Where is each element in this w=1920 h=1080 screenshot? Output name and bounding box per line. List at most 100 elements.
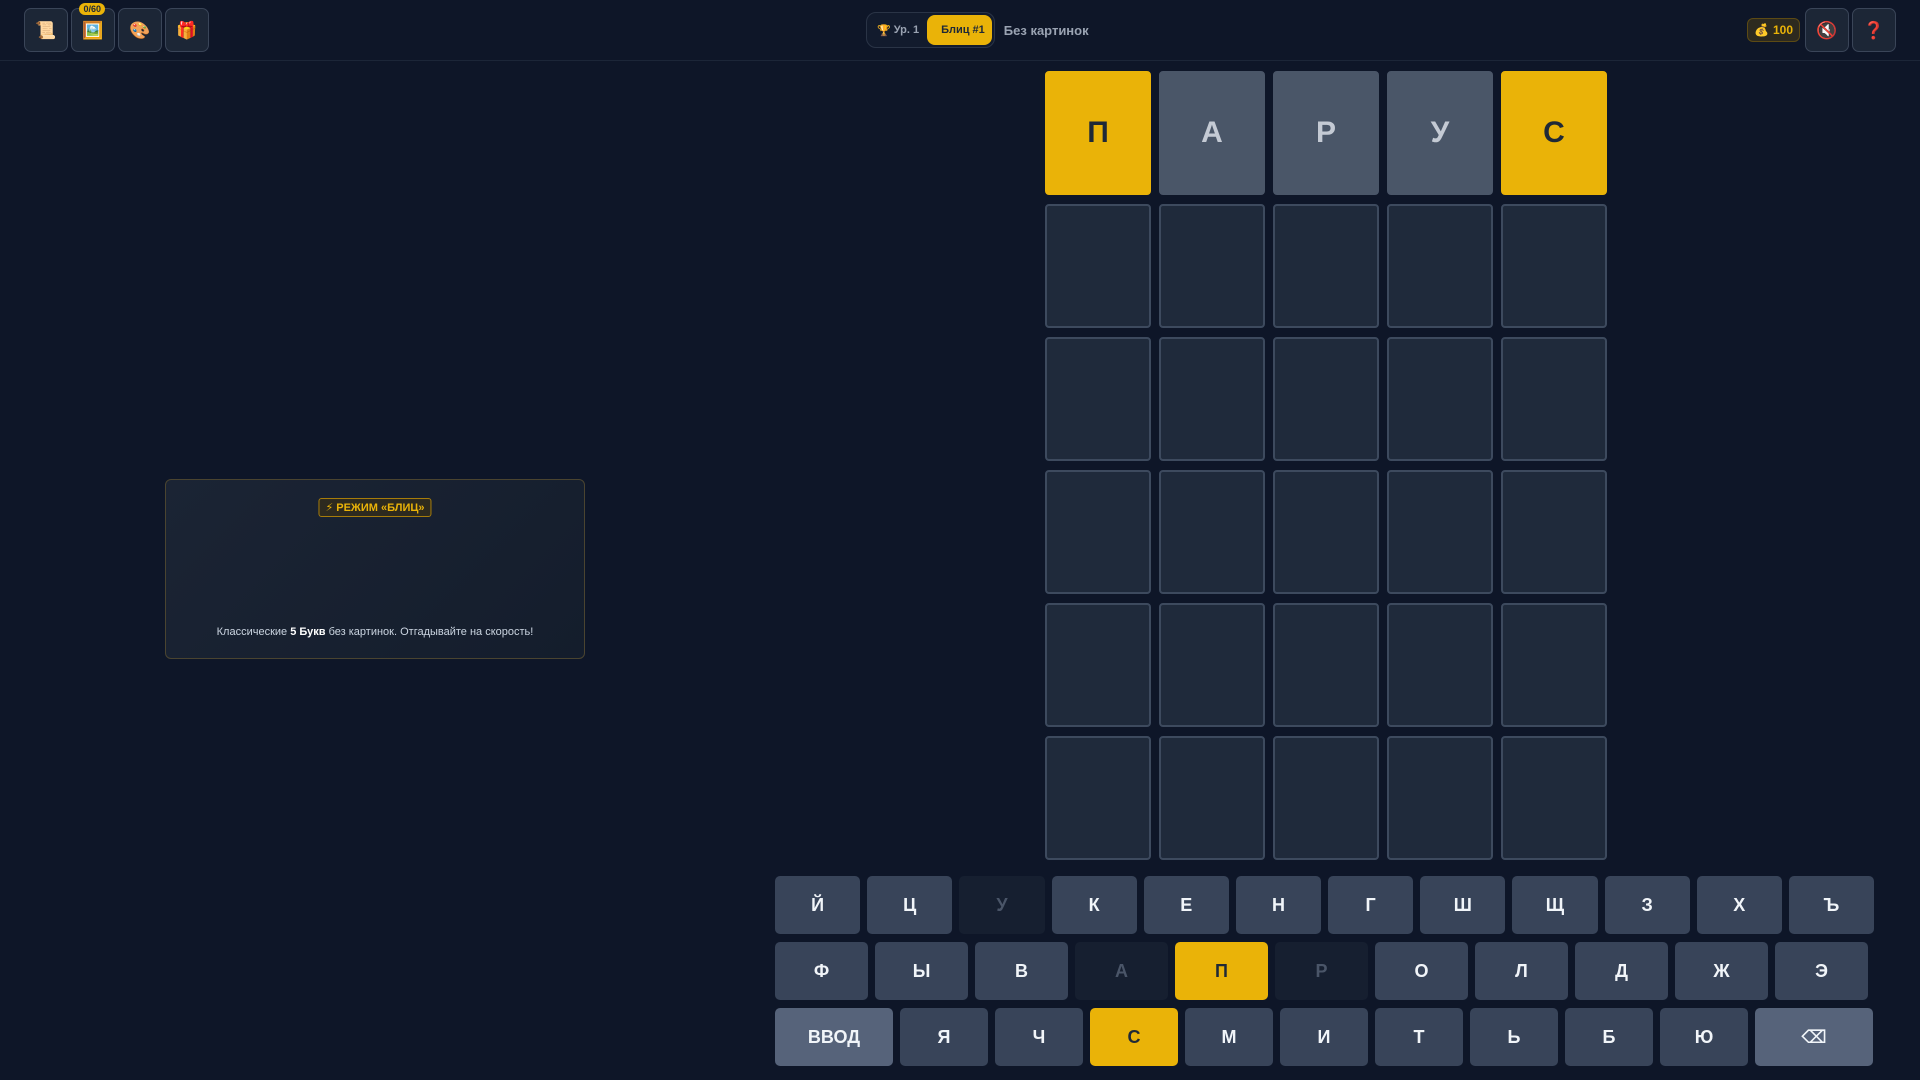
help-button[interactable]: ❓ xyxy=(1852,8,1896,52)
key[interactable]: Т xyxy=(1375,1008,1463,1066)
board-row xyxy=(1045,603,1607,727)
key[interactable]: С xyxy=(1090,1008,1178,1066)
board-tile xyxy=(1045,470,1151,594)
key[interactable]: Ы xyxy=(875,942,968,1000)
key[interactable]: Э xyxy=(1775,942,1868,1000)
key[interactable]: Щ xyxy=(1512,876,1598,934)
key[interactable]: Б xyxy=(1565,1008,1653,1066)
blitz-tab[interactable]: Блиц #1 xyxy=(927,15,992,45)
mode-description: Классические 5 Букв без картинок. Отгады… xyxy=(166,626,584,638)
on-screen-keyboard: Й Ц У К Е Н Г Ш Щ З Х Ъ Ф Ы В А П Р О Л Д Ж Э ВВОД Я Ч С М И Т Ь Б Ю ⌫ xyxy=(775,876,1875,1074)
key[interactable]: Ц xyxy=(867,876,953,934)
board-row xyxy=(1045,204,1607,328)
board-tile xyxy=(1501,736,1607,860)
board-tile xyxy=(1273,470,1379,594)
mode-info-card: ⚡ РЕЖИМ «БЛИЦ» Классические 5 Букв без к… xyxy=(165,479,585,659)
key[interactable]: П xyxy=(1175,942,1268,1000)
board-tile xyxy=(1273,603,1379,727)
board-tile xyxy=(1159,204,1265,328)
key[interactable]: Ч xyxy=(995,1008,1083,1066)
board-tile xyxy=(1501,470,1607,594)
key[interactable]: Н xyxy=(1235,876,1322,934)
key[interactable]: Д xyxy=(1575,942,1668,1000)
keyboard-row: ЙЦУКЕНГШЩЗХЪ xyxy=(775,876,1875,934)
key[interactable]: Е xyxy=(1143,876,1229,934)
gift-icon: 🎁 xyxy=(176,20,198,40)
palette-button[interactable]: 🎨 xyxy=(118,8,162,52)
key[interactable]: У xyxy=(959,876,1045,934)
key[interactable]: А xyxy=(1075,942,1168,1000)
key[interactable]: З xyxy=(1604,876,1690,934)
sound-button[interactable]: 🔇 xyxy=(1805,8,1849,52)
board-tile xyxy=(1273,204,1379,328)
level-label: Ур. 1 xyxy=(893,24,920,36)
mode-switcher: 🏆 Ур. 1 Блиц #1 Без картинок xyxy=(866,12,1089,48)
board-row xyxy=(1045,736,1607,860)
coins-icon: 💰 xyxy=(1754,23,1769,37)
board-tile xyxy=(1387,204,1493,328)
blitz-label: Блиц #1 xyxy=(941,24,985,36)
board-tile xyxy=(1501,337,1607,461)
key[interactable]: И xyxy=(1280,1008,1368,1066)
board-tile xyxy=(1501,603,1607,727)
blitz-mode-tag: ⚡ РЕЖИМ «БЛИЦ» xyxy=(318,498,432,517)
key[interactable]: Ю xyxy=(1660,1008,1748,1066)
description-bold: 5 Букв xyxy=(290,626,326,638)
key[interactable]: О xyxy=(1375,942,1468,1000)
mode-subtitle: Без картинок xyxy=(1003,22,1089,38)
key[interactable]: Х xyxy=(1696,876,1782,934)
level-tab[interactable]: 🏆 Ур. 1 xyxy=(869,15,927,45)
board-row xyxy=(1045,470,1607,594)
backspace-key[interactable]: ⌫ xyxy=(1755,1008,1873,1066)
key[interactable]: В xyxy=(975,942,1068,1000)
key[interactable]: Ш xyxy=(1420,876,1506,934)
key[interactable]: М xyxy=(1185,1008,1273,1066)
key[interactable]: Л xyxy=(1475,942,1568,1000)
board-tile xyxy=(1159,736,1265,860)
key[interactable]: Й xyxy=(775,876,861,934)
mute-icon: 🔇 xyxy=(1816,20,1838,40)
board-tile xyxy=(1159,337,1265,461)
enter-key[interactable]: ВВОД xyxy=(775,1008,893,1066)
board-tile xyxy=(1387,470,1493,594)
mode-pill: 🏆 Ур. 1 Блиц #1 xyxy=(866,12,995,48)
picture-button[interactable]: 🖼️ 0/60 xyxy=(71,3,115,52)
keyboard-row: ФЫВАПРОЛДЖЭ xyxy=(775,942,1874,1000)
key[interactable]: Ь xyxy=(1470,1008,1558,1066)
board-tile xyxy=(1045,337,1151,461)
scroll-icon: 📜 xyxy=(35,20,57,40)
coins-count: 100 xyxy=(1772,23,1793,37)
top-bar: 📜 🖼️ 0/60 🎨 🎁 🏆 Ур. 1 Блиц #1 Без картин… xyxy=(0,0,1920,61)
board-tile xyxy=(1273,337,1379,461)
picture-icon: 🖼️ xyxy=(82,20,104,40)
key[interactable]: Я xyxy=(900,1008,988,1066)
board-tile xyxy=(1045,204,1151,328)
board-row: ПАРУС xyxy=(1045,71,1607,195)
coins-badge: 💰 100 xyxy=(1747,18,1800,42)
board-tile xyxy=(1045,603,1151,727)
help-icon: ❓ xyxy=(1863,20,1885,40)
scroll-button[interactable]: 📜 xyxy=(24,8,68,52)
key[interactable]: Ж xyxy=(1675,942,1768,1000)
board-tile: С xyxy=(1501,71,1607,195)
board-tile xyxy=(1387,603,1493,727)
toolbar-right: 💰 100 🔇 ❓ xyxy=(1747,8,1896,52)
keyboard-row: ВВОД Я Ч С М И Т Ь Б Ю ⌫ xyxy=(775,1008,1874,1066)
toolbar-left: 📜 🖼️ 0/60 🎨 🎁 xyxy=(24,3,209,52)
board-tile xyxy=(1159,603,1265,727)
description-suffix: без картинок. Отгадывайте на скорость! xyxy=(325,626,534,638)
board-tile xyxy=(1273,736,1379,860)
game-board: ПАРУС xyxy=(1045,71,1607,869)
board-tile: П xyxy=(1045,71,1151,195)
key[interactable]: Ф xyxy=(775,942,868,1000)
description-prefix: Классические xyxy=(216,626,291,638)
board-tile: Р xyxy=(1273,71,1379,195)
board-row xyxy=(1045,337,1607,461)
key[interactable]: К xyxy=(1051,876,1137,934)
gift-button[interactable]: 🎁 xyxy=(165,8,209,52)
board-tile xyxy=(1045,736,1151,860)
key[interactable]: Ъ xyxy=(1788,876,1875,934)
key[interactable]: Р xyxy=(1275,942,1368,1000)
key[interactable]: Г xyxy=(1328,876,1414,934)
palette-icon: 🎨 xyxy=(129,20,151,40)
